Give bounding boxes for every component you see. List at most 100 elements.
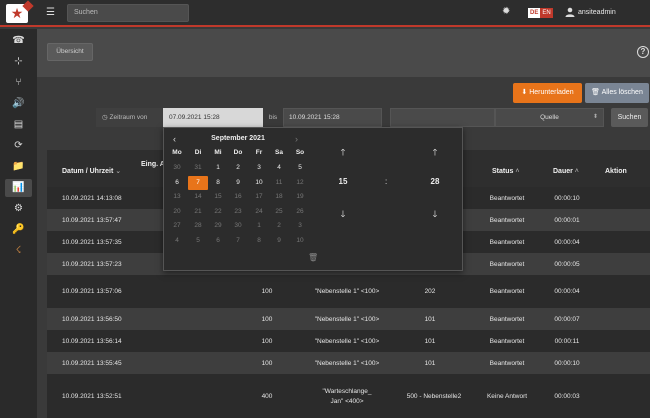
cell-status: Beantwortet	[489, 288, 525, 295]
hour-value[interactable]: 15	[333, 177, 353, 186]
table-row[interactable]: 10.09.2021 13:52:51 400 "Warteschlange_ …	[47, 374, 650, 418]
calendar-day[interactable]: 2	[228, 161, 248, 175]
clear-trash-icon[interactable]: 🗑	[308, 253, 318, 262]
weekday: Fr	[255, 149, 263, 156]
calendar-day[interactable]: 8	[208, 176, 228, 190]
tab-overview[interactable]: Übersicht	[47, 43, 93, 61]
branch-icon[interactable]: ⑂	[5, 74, 32, 92]
phone-link-icon[interactable]: ☇	[5, 242, 32, 260]
sidebar: ☎ ⊹ ⑂ 🔊 ▤ ⟳ 📁 📊 ⚙ 🔑 ☇	[0, 29, 37, 418]
cell-caller-name-line1: "Warteschlange_	[322, 387, 372, 395]
calendar-day: 1	[257, 222, 261, 230]
cell-status: Beantwortet	[489, 337, 525, 345]
table-row[interactable]: 10.09.2021 13:57:06 100 "Nebenstelle 1" …	[47, 275, 650, 308]
table-row[interactable]: 10.09.2021 13:56:14 100 "Nebenstelle 1" …	[47, 330, 650, 352]
folder-icon[interactable]: 📁	[5, 158, 32, 176]
app-logo[interactable]: ★	[6, 0, 34, 23]
hour-down-icon[interactable]: 🡓	[336, 207, 350, 223]
calendar-day[interactable]: 10	[249, 176, 269, 190]
calendar-day: 8	[257, 237, 261, 244]
date-to-input[interactable]: 10.09.2021 15:28	[283, 108, 382, 127]
calendar-day: 5	[196, 237, 200, 244]
language-switch[interactable]: DE EN	[528, 8, 553, 18]
header-incoming[interactable]: Eing. A	[141, 150, 165, 187]
download-button[interactable]: ⬇ Herunterladen	[513, 83, 582, 103]
download-label: Herunterladen	[529, 89, 574, 96]
user-name[interactable]: ansiteadmin	[578, 9, 616, 16]
phone-icon[interactable]: ☎	[5, 32, 32, 50]
help-icon[interactable]: ?	[637, 46, 649, 58]
key-icon[interactable]: 🔑	[5, 221, 32, 239]
cell-destination: 101	[424, 315, 436, 323]
table-row[interactable]: 10.09.2021 13:55:45 100 "Nebenstelle 1" …	[47, 352, 650, 374]
cell-caller-number: 100	[261, 288, 273, 295]
header-status[interactable]: Status ˄	[492, 150, 519, 187]
calendar-day: 19	[296, 193, 304, 201]
source-select[interactable]: Quelle ⬍	[495, 108, 604, 127]
date-from-input[interactable]: 07.09.2021 15:28	[163, 108, 263, 127]
cell-status: Beantwortet	[489, 238, 525, 246]
cell-duration: 00:00:10	[554, 194, 580, 202]
calendar-day[interactable]: 6	[167, 176, 187, 190]
next-month-icon[interactable]: ›	[295, 134, 298, 144]
header-action-label: Aktion	[605, 168, 627, 175]
minute-down-icon[interactable]: 🡓	[428, 207, 442, 223]
calendar-day[interactable]: 5	[290, 161, 310, 175]
calendar-day[interactable]: 4	[269, 161, 289, 175]
search-button[interactable]: Suchen	[611, 108, 648, 127]
delete-all-button[interactable]: 🗑 Alles löschen	[585, 83, 649, 103]
cell-destination: 101	[424, 359, 436, 367]
cell-duration: 00:00:10	[554, 359, 580, 367]
weekday: Di	[194, 149, 202, 156]
cell-duration: 00:00:11	[554, 337, 580, 345]
cogs-icon[interactable]: ⚙	[5, 200, 32, 218]
minute-value[interactable]: 28	[425, 177, 445, 186]
header-incoming-label: Eing. A	[141, 161, 165, 168]
calendar-day: 6	[216, 237, 220, 244]
contacts-icon[interactable]: ▤	[5, 116, 32, 134]
calendar-day: 11	[275, 178, 283, 186]
calendar-day: 7	[236, 237, 240, 244]
calendar-day: 20	[173, 207, 181, 215]
minute-up-icon[interactable]: 🡑	[428, 145, 442, 161]
header-datetime[interactable]: Datum / Uhrzeit ⌄	[62, 150, 121, 187]
cell-datetime: 10.09.2021 13:56:50	[62, 315, 122, 323]
calendar-day: 15	[214, 193, 222, 201]
calendar-day[interactable]: 9	[228, 176, 248, 190]
cell-duration: 00:00:03	[554, 392, 580, 400]
calendar-day: 2	[277, 222, 281, 230]
cell-destination: 202	[424, 288, 436, 295]
delete-all-label: Alles löschen	[601, 89, 643, 96]
user-icon[interactable]	[565, 7, 575, 17]
top-bar: ★ ☰ Suchen ✹ DE EN ansiteadmin	[0, 0, 650, 27]
cell-caller-number: 100	[261, 359, 273, 367]
sort-up-icon: ˄	[574, 168, 579, 175]
header-action: Aktion	[605, 150, 627, 187]
history-icon[interactable]: ⟳	[5, 137, 32, 155]
speaker-icon[interactable]: 🔊	[5, 95, 32, 113]
table-row[interactable]: 10.09.2021 13:56:50 100 "Nebenstelle 1" …	[47, 308, 650, 330]
search-input[interactable]: Suchen	[67, 4, 189, 22]
calendar-day[interactable]: 1	[208, 161, 228, 175]
prev-month-icon[interactable]: ‹	[173, 134, 176, 144]
lang-de[interactable]: DE	[528, 8, 541, 18]
calendar-day[interactable]: 3	[249, 161, 269, 175]
calendar-day: 10	[296, 237, 304, 244]
hierarchy-icon[interactable]: ⊹	[5, 53, 32, 71]
calendar-day: 31	[194, 164, 202, 171]
hour-up-icon[interactable]: 🡑	[336, 145, 350, 161]
settings-icon[interactable]: ✹	[502, 6, 510, 17]
lang-en[interactable]: EN	[540, 8, 553, 18]
menu-icon[interactable]: ☰	[46, 7, 55, 18]
chart-icon[interactable]: 📊	[5, 179, 32, 197]
calendar-day[interactable]: 7	[188, 175, 208, 190]
filter-text-input[interactable]	[390, 108, 495, 127]
cell-duration: 00:00:01	[554, 216, 580, 224]
cell-destination: 500 - Nebenstelle2	[406, 392, 462, 400]
header-duration[interactable]: Dauer ˄	[553, 150, 579, 187]
calendar-day: 26	[296, 207, 304, 215]
calendar-day: 25	[275, 207, 283, 215]
cell-datetime: 10.09.2021 13:52:51	[62, 392, 122, 400]
cell-caller-name: "Nebenstelle 1" <100>	[314, 359, 380, 367]
cell-caller-name-line2: Jan" <400>	[330, 397, 364, 405]
